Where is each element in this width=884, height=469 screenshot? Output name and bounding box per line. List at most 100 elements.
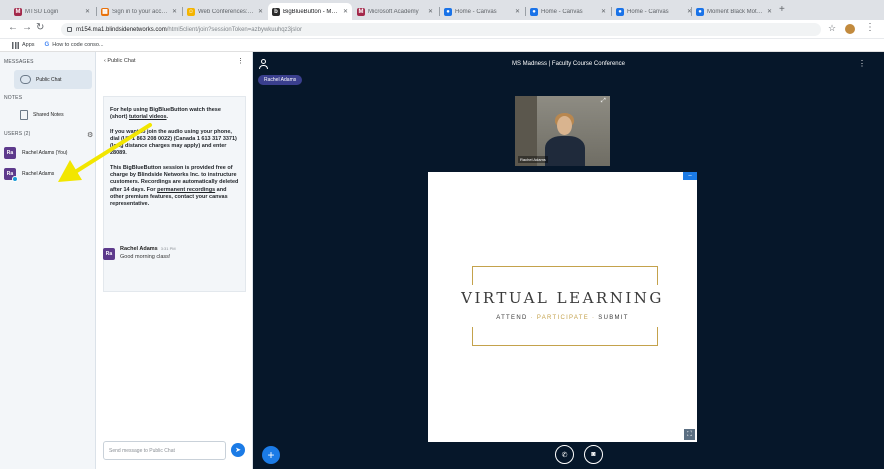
tab-favicon-icon: ● xyxy=(530,7,538,16)
minimize-presentation-icon[interactable]: – xyxy=(683,172,697,180)
permanent-recordings-link[interactable]: permanent recordings xyxy=(157,187,215,193)
tab-label: Home - Canvas xyxy=(455,8,497,15)
message-time: 3:31 PM xyxy=(160,246,176,251)
user-name: Rachel Adams xyxy=(22,171,55,177)
user-list-item[interactable]: Ra Rachel Adams xyxy=(4,165,94,183)
webcam-video[interactable]: Rachel Adams ⤢ xyxy=(515,96,610,166)
actions-plus-button[interactable]: + xyxy=(262,446,280,464)
webcam-user-name: Rachel Adams xyxy=(518,156,548,163)
avatar: Ra xyxy=(103,248,115,260)
options-menu-icon[interactable]: ⋮ xyxy=(858,59,866,68)
browser-tab[interactable]: ● Home - Canvas ✕ xyxy=(526,3,610,20)
bookmark-how-to-code[interactable]: G How to code conso... xyxy=(45,42,104,48)
tab-close-icon[interactable]: ✕ xyxy=(767,8,772,15)
chat-message: Ra Rachel Adams 3:31 PM Good morning clas… xyxy=(103,246,246,260)
tab-favicon-icon: ● xyxy=(616,7,624,16)
welcome-paragraph: If you want to join the audio using your… xyxy=(110,128,237,157)
tab-close-icon[interactable]: ✕ xyxy=(343,8,348,15)
avatar: Ra xyxy=(4,168,18,182)
tab-favicon-icon: ☺ xyxy=(187,7,195,16)
slide-subtitle: ATTEND · PARTICIPATE · SUBMIT xyxy=(496,315,629,321)
share-webcam-button[interactable]: ◙ xyxy=(584,445,603,464)
address-bar[interactable]: m154.ma1.blindsidenetworks.com/html5clie… xyxy=(61,23,821,36)
tab-label: Home - Canvas xyxy=(541,8,583,15)
welcome-message: For help using BigBlueButton watch these… xyxy=(103,96,246,292)
notes-header: NOTES xyxy=(4,95,23,101)
slide-frame xyxy=(472,266,658,285)
public-chat-item[interactable]: Public Chat xyxy=(14,70,92,89)
shared-notes-label: Shared Notes xyxy=(33,111,64,118)
notes-icon xyxy=(20,109,28,120)
screen-root: M MTSU Login ✕ ▦ Sign in to your account… xyxy=(0,0,884,469)
browser-tab[interactable]: M Microsoft Academy ✕ xyxy=(353,3,437,20)
avatar: Ra xyxy=(4,147,16,159)
bookmarks-bar: Apps G How to code conso... xyxy=(0,39,884,52)
chat-bubble-icon xyxy=(20,75,31,84)
tab-label: Moment Black Motion xyxy=(707,8,764,15)
message-text: Good morning class! xyxy=(120,254,171,260)
bookmark-star-icon[interactable]: ☆ xyxy=(828,23,836,34)
send-message-button[interactable]: ➤ xyxy=(231,443,245,457)
slide-frame xyxy=(472,327,658,346)
tab-close-icon[interactable]: ✕ xyxy=(258,8,263,15)
user-list-item[interactable]: Ra Rachel Adams (You) xyxy=(4,144,94,162)
expand-icon[interactable]: ⤢ xyxy=(601,98,606,105)
browser-tab[interactable]: ● Home - Canvas ✕ xyxy=(440,3,524,20)
tab-favicon-icon: M xyxy=(14,7,22,16)
forward-icon[interactable]: → xyxy=(22,22,32,33)
shared-notes-item[interactable]: Shared Notes xyxy=(14,105,92,124)
browser-tab-active[interactable]: b BigBlueButton - MS M ✕ xyxy=(268,3,352,20)
tab-close-icon[interactable]: ✕ xyxy=(172,8,177,15)
talking-indicator: Rachel Adams xyxy=(258,75,303,85)
browser-menu-icon[interactable]: ⋮ xyxy=(865,22,875,33)
tab-close-icon[interactable]: ✕ xyxy=(428,8,433,15)
browser-tab[interactable]: ● Home - Canvas ✕ xyxy=(612,3,696,20)
session-title: MS Madness | Faculty Course Conference xyxy=(512,61,625,67)
new-tab-icon[interactable]: + xyxy=(779,4,785,15)
url-path: /html5client/join?sessionToken=azbywkuuh… xyxy=(166,26,302,33)
back-icon[interactable]: ← xyxy=(8,22,18,33)
tab-close-icon[interactable]: ✕ xyxy=(601,8,606,15)
tab-label: BigBlueButton - MS M xyxy=(283,8,340,15)
tab-favicon-icon: b xyxy=(272,7,280,16)
browser-tab[interactable]: M MTSU Login ✕ xyxy=(10,3,94,20)
users-header: USERS (2) xyxy=(4,131,31,137)
bookmark-apps[interactable]: Apps xyxy=(12,41,35,49)
apps-icon xyxy=(12,41,19,49)
gear-icon[interactable]: ⚙ xyxy=(87,131,93,139)
tab-favicon-icon: ● xyxy=(444,7,452,16)
tab-favicon-icon: ● xyxy=(696,7,704,16)
slide-title: VIRTUAL LEARNING xyxy=(461,289,664,307)
bookmark-label: Apps xyxy=(22,42,35,48)
tutorial-videos-link[interactable]: tutorial videos xyxy=(129,114,167,120)
tab-label: Home - Canvas xyxy=(627,8,669,15)
extension-icon[interactable] xyxy=(845,24,855,34)
welcome-paragraph: This BigBlueButton session is provided f… xyxy=(110,164,239,208)
leave-audio-button[interactable]: ✆ xyxy=(555,445,574,464)
browser-tab[interactable]: ● Moment Black Motion ✕ xyxy=(692,3,776,20)
tab-label: Web Conferences: MT xyxy=(198,8,255,15)
tab-close-icon[interactable]: ✕ xyxy=(515,8,520,15)
chat-options-icon[interactable]: ⋮ xyxy=(237,57,244,65)
chat-header[interactable]: ‹ Public Chat xyxy=(104,58,136,64)
browser-tab-strip: M MTSU Login ✕ ▦ Sign in to your account… xyxy=(0,0,884,20)
presenter-badge-icon xyxy=(12,176,18,182)
url-host: m154.ma1.blindsidenetworks.com xyxy=(76,26,167,33)
chat-message-input[interactable] xyxy=(103,441,226,460)
message-author: Rachel Adams 3:31 PM xyxy=(120,246,176,252)
presentation-slide[interactable]: – VIRTUAL LEARNING ATTEND · PARTICIPATE … xyxy=(428,172,697,442)
browser-tab[interactable]: ▦ Sign in to your account ✕ xyxy=(97,3,181,20)
tab-favicon-icon: ▦ xyxy=(101,7,109,16)
google-icon: G xyxy=(44,42,50,48)
public-chat-label: Public Chat xyxy=(36,76,62,83)
fullscreen-icon[interactable]: ⛶ xyxy=(684,429,695,440)
tab-favicon-icon: M xyxy=(357,7,365,16)
tab-close-icon[interactable]: ✕ xyxy=(85,8,90,15)
tab-label: MTSU Login xyxy=(25,8,59,15)
reload-icon[interactable]: ↻ xyxy=(36,22,44,33)
browser-tab[interactable]: ☺ Web Conferences: MT ✕ xyxy=(183,3,267,20)
user-name: Rachel Adams (You) xyxy=(22,150,68,156)
user-list-panel: MESSAGES Public Chat NOTES Shared Notes … xyxy=(0,52,96,469)
presentation-area: Rachel Adams MS Madness | Faculty Course… xyxy=(253,52,884,469)
tab-label: Sign in to your account xyxy=(112,8,169,15)
